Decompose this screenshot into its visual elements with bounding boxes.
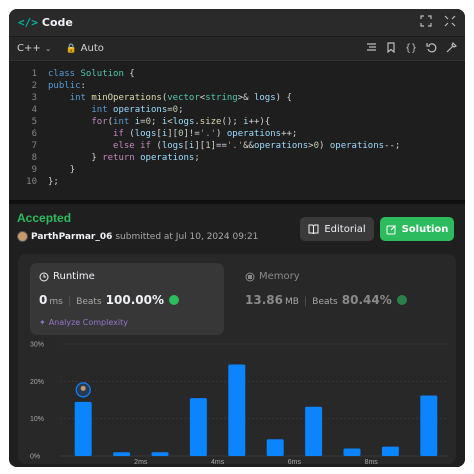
submitted-time: submitted at Jul 10, 2024 09:21 <box>115 231 259 242</box>
runtime-header: Runtime <box>39 271 95 282</box>
memory-chip-icon <box>245 272 255 281</box>
bookmark-icon[interactable] <box>385 42 397 56</box>
code-icon: </> <box>18 16 38 29</box>
chart-bar <box>74 401 92 456</box>
submission-info: ParthParmar_06 submitted at Jul 10, 2024… <box>17 231 258 242</box>
separator: | <box>303 296 308 307</box>
app-frame: </> Code C++ ⌄ 🔒 Auto {} 1 class Solutio… <box>9 9 465 467</box>
editor-toolbar: C++ ⌄ 🔒 Auto {} <box>9 37 465 61</box>
beats-label: Beats <box>76 297 102 307</box>
auto-mode-label[interactable]: Auto <box>81 43 104 54</box>
runtime-value-row: 0 ms | Beats 100.00% <box>39 293 179 307</box>
runtime-value: 0 <box>39 293 48 307</box>
leaf-badge-icon <box>396 295 407 305</box>
runtime-tile[interactable]: Runtime 0 ms | Beats 100.00% ✦ Analyze C… <box>30 263 224 335</box>
leaf-badge-icon <box>169 295 179 305</box>
x-tick-label: 4ms <box>211 459 225 464</box>
separator: | <box>67 296 72 307</box>
x-tick-label: 6ms <box>288 459 302 464</box>
expand-icon[interactable] <box>419 15 433 29</box>
beats-label: Beats <box>312 297 338 307</box>
y-tick-label: 10% <box>30 416 44 423</box>
runtime-distribution-chart[interactable]: 30% 20% 10% 0% 2ms 4ms 6ms 8ms <box>18 338 456 464</box>
fullscreen-icon[interactable] <box>443 15 457 29</box>
runtime-label: Runtime <box>53 271 95 282</box>
chart-bar <box>420 395 438 456</box>
language-select[interactable]: C++ <box>17 43 41 54</box>
format-icon[interactable] <box>365 42 377 56</box>
memory-beats-value: 80.44% <box>341 293 392 307</box>
solution-label: Solution <box>401 223 449 235</box>
avatar[interactable] <box>17 231 28 242</box>
performance-card: Runtime 0 ms | Beats 100.00% ✦ Analyze C… <box>18 254 456 464</box>
editorial-button[interactable]: Editorial <box>300 217 374 241</box>
chart-bar <box>381 446 399 456</box>
submission-result-panel: Accepted ParthParmar_06 submitted at Jul… <box>9 204 465 467</box>
status-accepted: Accepted <box>17 211 72 225</box>
reset-icon[interactable] <box>425 42 437 56</box>
x-tick-label: 8ms <box>365 459 379 464</box>
memory-value-row: 13.86 MB | Beats 80.44% <box>245 293 407 307</box>
y-tick-label: 30% <box>30 342 44 349</box>
solution-button[interactable]: Solution <box>380 217 454 241</box>
chart-bar <box>151 452 169 456</box>
chevron-down-icon[interactable]: ⌄ <box>45 44 52 53</box>
sparkle-icon: ✦ <box>39 318 46 327</box>
chart-bar <box>343 448 361 456</box>
analyze-complexity-link[interactable]: ✦ Analyze Complexity <box>39 318 128 327</box>
settings-icon[interactable] <box>445 41 457 56</box>
runtime-unit: ms <box>49 297 63 307</box>
lock-icon: 🔒 <box>65 43 77 54</box>
chart-bar <box>189 398 207 456</box>
analyze-label: Analyze Complexity <box>48 318 128 327</box>
x-tick-label: 2ms <box>134 459 148 464</box>
memory-unit: MB <box>284 297 299 307</box>
panel-title: Code <box>41 16 73 29</box>
y-tick-label: 0% <box>30 454 40 461</box>
chart-bar <box>228 364 246 456</box>
username-link[interactable]: ParthParmar_06 <box>31 232 112 242</box>
edit-icon <box>386 224 396 234</box>
code-panel-header: </> Code <box>9 9 465 36</box>
memory-value: 13.86 <box>245 293 283 307</box>
y-tick-label: 20% <box>30 379 44 386</box>
book-icon <box>308 224 319 234</box>
editorial-label: Editorial <box>324 223 366 235</box>
chart-bar <box>266 439 284 456</box>
clock-icon <box>39 272 49 281</box>
chart-bar <box>305 406 323 456</box>
memory-header: Memory <box>245 271 300 282</box>
runtime-beats-value: 100.00% <box>105 293 164 307</box>
code-editor[interactable]: 1 class Solution { 2 public: 3 int minOper… <box>9 62 465 200</box>
chart-bar <box>113 452 131 456</box>
memory-label: Memory <box>259 271 300 282</box>
avatar-face <box>80 385 86 391</box>
braces-icon[interactable]: {} <box>405 42 417 56</box>
